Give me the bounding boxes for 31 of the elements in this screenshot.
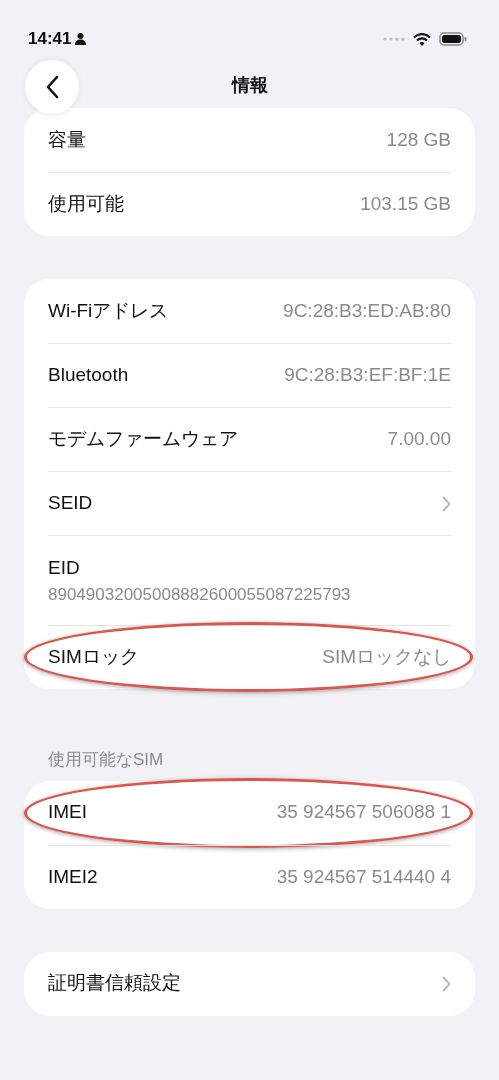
back-button[interactable] xyxy=(25,60,79,114)
row-value: 89049032005008882600055087225793 xyxy=(48,584,351,606)
row-label: 容量 xyxy=(48,127,86,152)
wifi-icon xyxy=(413,32,431,46)
section-header: 使用可能なSIM xyxy=(47,749,165,771)
row-value: 35 924567 514440 4 xyxy=(276,864,451,889)
row-value: 35 924567 506088 1 xyxy=(276,800,451,825)
row-label: モデムファームウェア xyxy=(48,427,238,452)
status-time: 14:41 xyxy=(28,28,72,51)
row-label: Bluetooth xyxy=(48,363,129,388)
row-label: IMEI2 xyxy=(48,864,98,889)
signal-icon xyxy=(383,37,405,41)
row-label: Wi-Fiアドレス xyxy=(48,298,169,323)
row-value: 9C:28:B3:EF:BF:1E xyxy=(284,363,451,388)
person-icon xyxy=(75,33,87,45)
row-label: SIMロック xyxy=(48,645,139,670)
row-label: 使用可能 xyxy=(48,192,124,217)
page-title: 情報 xyxy=(231,75,268,95)
chevron-right-icon xyxy=(442,975,451,992)
row-value: 9C:28:B3:ED:AB:80 xyxy=(283,298,451,323)
row-label: EID xyxy=(48,555,80,580)
chevron-right-icon xyxy=(442,495,451,512)
chevron-left-icon xyxy=(45,75,59,99)
row-value: 128 GB xyxy=(386,127,451,152)
row-label: IMEI xyxy=(48,800,88,825)
row-value: 103.15 GB xyxy=(360,192,451,217)
row-value: 7.00.00 xyxy=(387,427,451,452)
settings-row[interactable]: 証明書信頼設定 xyxy=(24,951,475,1016)
row-value: SIMロックなし xyxy=(322,645,451,670)
settings-row[interactable]: SEID xyxy=(24,471,475,535)
battery-icon xyxy=(439,32,467,46)
